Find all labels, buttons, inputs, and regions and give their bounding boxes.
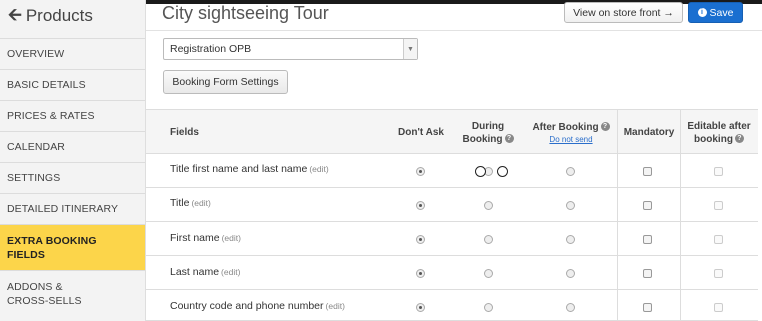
save-label: Save — [709, 6, 734, 19]
help-icon[interactable]: ? — [734, 134, 744, 144]
mandatory-checkbox[interactable] — [643, 303, 652, 312]
mandatory-checkbox[interactable] — [643, 235, 652, 244]
edit-link[interactable]: (edit) — [309, 164, 328, 174]
header-after-booking: After Booking? Do not send — [524, 110, 618, 155]
field-name-text: Title first name and last name — [170, 163, 308, 175]
field-name: First name (edit) — [170, 232, 241, 244]
sidebar-item-addons-cross-sells[interactable]: ADDONS & CROSS-SELLS — [0, 270, 145, 316]
field-name-text: Last name — [170, 266, 220, 278]
cursor-circle-indicator — [475, 166, 486, 177]
help-icon[interactable]: ? — [504, 134, 514, 144]
field-name-text: First name — [170, 232, 220, 244]
editable-checkbox[interactable] — [714, 303, 723, 312]
during-booking-radio[interactable] — [484, 201, 493, 210]
editable-checkbox[interactable] — [714, 167, 723, 176]
header-editable-after-booking: Editable after booking? — [680, 110, 758, 155]
after-booking-radio[interactable] — [566, 235, 575, 244]
header-editable-label-1: Editable after — [687, 120, 751, 132]
after-booking-radio[interactable] — [566, 201, 575, 210]
edit-link[interactable]: (edit) — [222, 233, 241, 243]
chevron-down-icon: ▼ — [403, 39, 417, 59]
field-name: Last name (edit) — [170, 266, 240, 278]
mandatory-checkbox[interactable] — [643, 201, 652, 210]
sidebar-item-label: SETTINGS — [7, 172, 61, 184]
mandatory-checkbox[interactable] — [643, 167, 652, 176]
header-divider — [146, 30, 762, 31]
editable-checkbox[interactable] — [714, 269, 723, 278]
sidebar: 🡨 Products OVERVIEW BASIC DETAILS PRICES… — [0, 0, 146, 321]
header-during-label-1: During — [471, 120, 505, 132]
field-name-text: Country code and phone number — [170, 300, 324, 312]
header-fields-label: Fields — [170, 127, 199, 138]
dont-ask-radio[interactable] — [416, 167, 425, 176]
mandatory-checkbox[interactable] — [643, 269, 652, 278]
form-select[interactable]: Registration OPB ▼ — [163, 38, 418, 60]
edit-link[interactable]: (edit) — [191, 198, 210, 208]
header-dont-ask-label: Don't Ask — [398, 127, 444, 138]
sidebar-item-settings[interactable]: SETTINGS — [0, 162, 145, 193]
table-header: Fields Don't Ask During Booking? After B… — [146, 109, 758, 154]
dont-ask-radio[interactable] — [416, 269, 425, 278]
sidebar-item-extra-booking-fields[interactable]: EXTRA BOOKING FIELDS — [0, 224, 145, 270]
sidebar-item-calendar[interactable]: CALENDAR — [0, 131, 145, 162]
dont-ask-radio[interactable] — [416, 303, 425, 312]
after-booking-radio[interactable] — [566, 167, 575, 176]
during-booking-radio[interactable] — [484, 269, 493, 278]
sidebar-item-label: DETAILED ITINERARY — [7, 203, 119, 215]
header-during-label-2: Booking — [462, 133, 503, 145]
table-row: Title first name and last name (edit) — [146, 154, 758, 188]
dont-ask-radio[interactable] — [416, 201, 425, 210]
help-icon[interactable]: ? — [600, 122, 610, 132]
sidebar-item-label: BASIC DETAILS — [7, 79, 86, 91]
sidebar-item-basic-details[interactable]: BASIC DETAILS — [0, 69, 145, 100]
sidebar-item-overview[interactable]: OVERVIEW — [0, 38, 145, 69]
back-to-products-link[interactable]: 🡨 Products — [8, 4, 93, 28]
header-during-booking: During Booking? — [452, 110, 524, 155]
dont-ask-radio[interactable] — [416, 235, 425, 244]
header-fields: Fields — [170, 110, 270, 155]
field-name: Title (edit) — [170, 197, 211, 209]
arrow-left-icon: 🡨 — [8, 4, 22, 24]
field-name: Title first name and last name (edit) — [170, 163, 329, 175]
field-name: Country code and phone number (edit) — [170, 300, 345, 312]
after-booking-radio[interactable] — [566, 269, 575, 278]
sidebar-item-label: PRICES & RATES — [7, 110, 95, 122]
cursor-circle-indicator — [497, 166, 508, 177]
sidebar-title: Products — [25, 6, 93, 25]
info-icon: i — [697, 8, 707, 17]
sidebar-item-label: ADDONS & CROSS-SELLS — [7, 280, 82, 307]
booking-form-settings-button[interactable]: Booking Form Settings — [163, 70, 288, 94]
header-editable-label-2: booking — [694, 133, 733, 145]
sidebar-item-detailed-itinerary[interactable]: DETAILED ITINERARY — [0, 193, 145, 224]
do-not-send-link[interactable]: Do not send — [549, 134, 592, 145]
header-mandatory-label: Mandatory — [623, 127, 675, 138]
during-booking-radio[interactable] — [484, 303, 493, 312]
table-row: First name (edit) — [146, 222, 758, 256]
field-name-text: Title — [170, 197, 190, 209]
during-booking-radio[interactable] — [484, 235, 493, 244]
sidebar-item-label: CALENDAR — [7, 141, 65, 153]
sidebar-item-prices-rates[interactable]: PRICES & RATES — [0, 100, 145, 131]
after-booking-radio[interactable] — [566, 303, 575, 312]
table-row: Country code and phone number (edit) — [146, 290, 758, 321]
form-select-value: Registration OPB — [170, 43, 252, 55]
sidebar-item-label: EXTRA BOOKING FIELDS — [7, 234, 97, 261]
editable-checkbox[interactable] — [714, 235, 723, 244]
header-after-label: After Booking — [532, 121, 599, 133]
save-button[interactable]: i Save — [688, 2, 743, 23]
table-row: Last name (edit) — [146, 256, 758, 290]
header-dont-ask: Don't Ask — [390, 110, 452, 155]
header-mandatory: Mandatory — [618, 110, 680, 155]
edit-link[interactable]: (edit) — [221, 267, 240, 277]
view-on-store-front-button[interactable]: View on store front → — [564, 2, 683, 23]
page-title: City sightseeing Tour — [162, 3, 329, 23]
table-row: Title (edit) — [146, 188, 758, 222]
editable-checkbox[interactable] — [714, 201, 723, 210]
edit-link[interactable]: (edit) — [326, 301, 345, 311]
sidebar-item-label: OVERVIEW — [7, 48, 65, 60]
